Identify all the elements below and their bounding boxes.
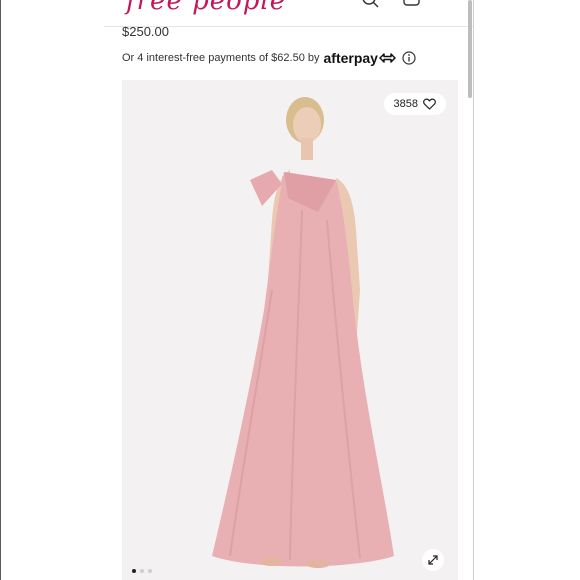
page-edge — [473, 0, 474, 580]
scrollbar[interactable] — [468, 0, 472, 98]
afterpay-row[interactable]: Or 4 interest-free payments of $62.50 by… — [122, 49, 462, 67]
model-neck — [301, 138, 313, 160]
expand-icon — [428, 555, 438, 565]
bag-icon[interactable] — [402, 0, 422, 10]
search-icon[interactable] — [360, 0, 382, 10]
likes-pill[interactable]: 3858 — [383, 93, 446, 115]
product-image-gallery[interactable]: 3858 — [122, 80, 458, 580]
product-page: free people $250.00 Or 4 interest-free p… — [104, 0, 474, 580]
site-header: free people — [104, 0, 474, 27]
product-photo — [122, 80, 458, 580]
model-face — [293, 107, 321, 143]
brand-logo[interactable]: free people — [126, 0, 286, 16]
carousel-dot[interactable] — [148, 569, 152, 573]
heart-icon[interactable] — [423, 98, 436, 110]
expand-image-button[interactable] — [422, 549, 444, 571]
product-price: $250.00 — [122, 24, 169, 39]
likes-count: 3858 — [393, 98, 418, 110]
menu-icon[interactable] — [442, 0, 460, 10]
carousel-dot[interactable] — [132, 569, 136, 573]
left-border — [0, 0, 1, 580]
info-icon[interactable] — [402, 51, 416, 65]
afterpay-logo-icon — [379, 53, 396, 63]
afterpay-brand: afterpay — [323, 50, 378, 66]
carousel-dots — [132, 569, 152, 573]
afterpay-text: Or 4 interest-free payments of $62.50 by — [122, 52, 320, 64]
carousel-dot[interactable] — [140, 569, 144, 573]
